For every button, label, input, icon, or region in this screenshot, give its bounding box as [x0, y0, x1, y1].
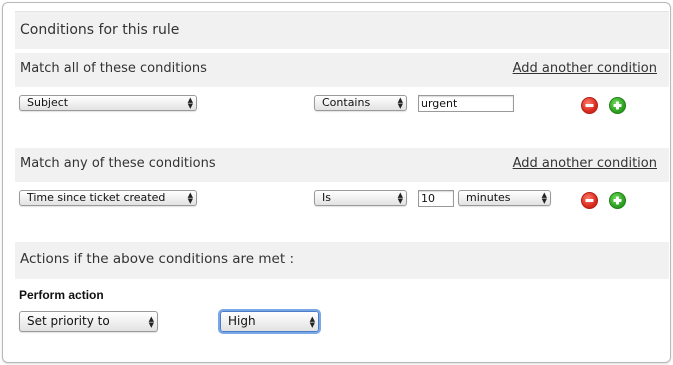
match-all-header: Match all of these conditions Add anothe…	[15, 53, 669, 87]
match-all-add-button[interactable]	[609, 97, 626, 114]
priority-value: High	[228, 314, 256, 328]
match-all-remove-button[interactable]	[581, 97, 598, 114]
match-any-field-value: Time since ticket created	[27, 191, 166, 204]
select-arrows-icon: ▲ ▼	[148, 314, 154, 329]
select-arrows-icon: ▲ ▼	[187, 191, 193, 205]
match-any-add-button[interactable]	[609, 192, 626, 209]
match-all-field-value: Subject	[27, 96, 69, 109]
plus-icon	[613, 196, 622, 205]
match-all-value-input[interactable]: urgent	[418, 95, 514, 112]
select-arrows-icon: ▲ ▼	[397, 191, 403, 205]
minus-icon	[585, 104, 594, 107]
select-arrows-icon: ▲ ▼	[187, 96, 193, 110]
match-all-operator-value: Contains	[322, 96, 371, 109]
match-any-operator-select[interactable]: Is ▲ ▼	[314, 190, 407, 206]
perform-action-label: Perform action	[19, 288, 104, 302]
actions-header: Actions if the above conditions are met …	[15, 242, 669, 279]
panel-title-bar: Conditions for this rule	[15, 11, 669, 49]
match-any-unit-value: minutes	[466, 191, 511, 204]
match-any-label: Match any of these conditions	[20, 156, 216, 171]
match-all-label: Match all of these conditions	[20, 61, 207, 76]
match-all-value-text: urgent	[421, 97, 458, 110]
action-type-value: Set priority to	[27, 314, 110, 328]
match-any-field-select[interactable]: Time since ticket created ▲ ▼	[19, 190, 197, 206]
select-arrows-icon: ▲ ▼	[309, 314, 315, 329]
minus-icon	[585, 199, 594, 202]
match-any-value-text: 10	[421, 192, 435, 205]
action-type-select[interactable]: Set priority to ▲ ▼	[19, 311, 158, 332]
match-all-add-condition-link[interactable]: Add another condition	[513, 61, 657, 76]
match-any-unit-select[interactable]: minutes ▲ ▼	[458, 190, 551, 206]
match-all-operator-select[interactable]: Contains ▲ ▼	[314, 95, 407, 111]
select-arrows-icon: ▲ ▼	[541, 191, 547, 205]
rule-conditions-panel: Conditions for this rule Match all of th…	[2, 2, 671, 363]
plus-icon	[613, 101, 622, 110]
match-any-value-input[interactable]: 10	[418, 190, 454, 207]
select-arrows-icon: ▲ ▼	[397, 96, 403, 110]
match-any-header: Match any of these conditions Add anothe…	[15, 148, 669, 182]
panel-title: Conditions for this rule	[20, 22, 180, 38]
match-any-add-condition-link[interactable]: Add another condition	[513, 156, 657, 171]
match-any-remove-button[interactable]	[581, 192, 598, 209]
actions-header-label: Actions if the above conditions are met …	[20, 251, 294, 267]
match-all-field-select[interactable]: Subject ▲ ▼	[19, 95, 197, 111]
priority-select[interactable]: High ▲ ▼	[218, 309, 321, 334]
match-any-operator-value: Is	[322, 191, 331, 204]
